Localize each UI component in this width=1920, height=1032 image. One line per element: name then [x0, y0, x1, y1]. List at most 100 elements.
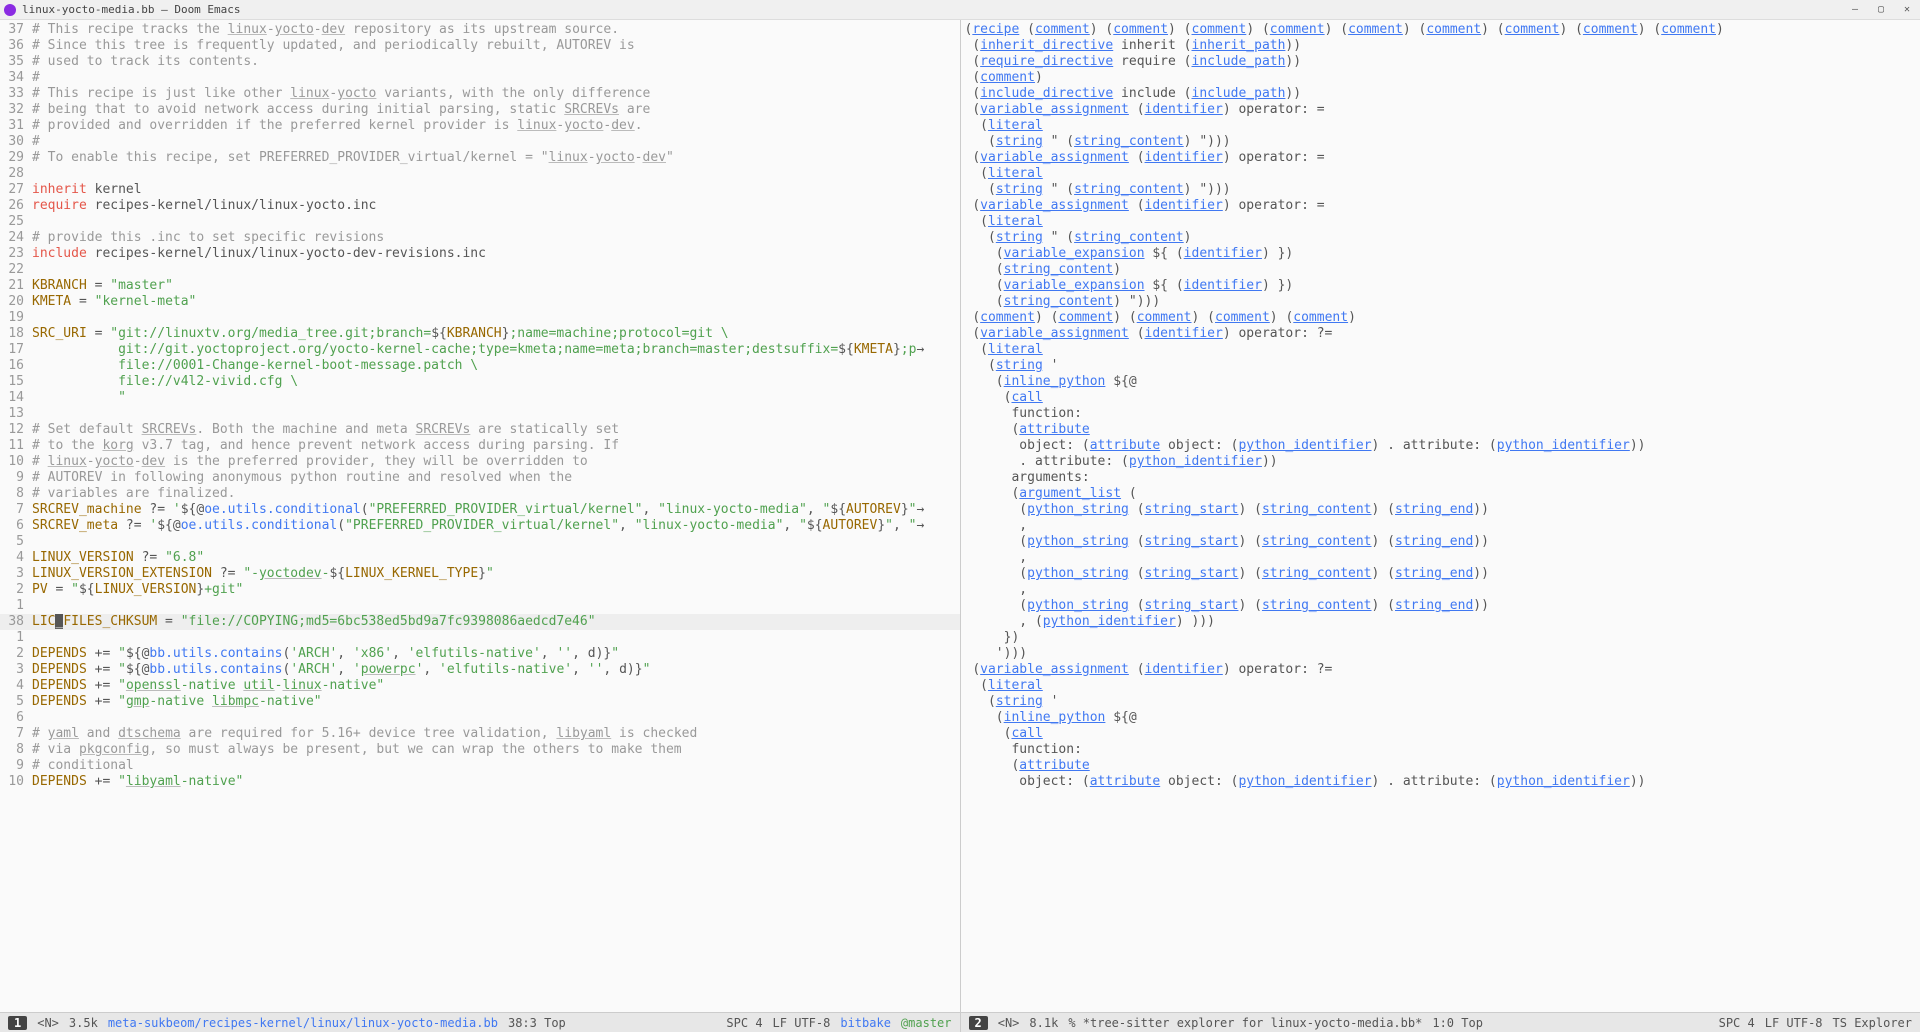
tree-line[interactable]: (require_directive require (include_path…	[961, 54, 1920, 70]
line-content[interactable]: LINUX_VERSION ?= "6.8"	[32, 550, 960, 566]
tree-line[interactable]: (attribute	[961, 758, 1920, 774]
line-content[interactable]: LINUX_VERSION_EXTENSION ?= "-yoctodev-${…	[32, 566, 960, 582]
tree-line[interactable]: (python_string (string_start) (string_co…	[961, 598, 1920, 614]
code-line[interactable]: 10DEPENDS += "libyaml-native"	[0, 774, 960, 790]
tree-line[interactable]: (include_directive include (include_path…	[961, 86, 1920, 102]
tree-line[interactable]: (string " (string_content) ")))	[961, 134, 1920, 150]
line-content[interactable]: # This recipe tracks the linux-yocto-dev…	[32, 22, 960, 38]
tree-line[interactable]: (comment) (comment) (comment) (comment) …	[961, 310, 1920, 326]
code-line[interactable]: 21KBRANCH = "master"	[0, 278, 960, 294]
code-line[interactable]: 31# provided and overridden if the prefe…	[0, 118, 960, 134]
tree-line[interactable]: (inline_python ${@	[961, 710, 1920, 726]
line-content[interactable]: file://0001-Change-kernel-boot-message.p…	[32, 358, 960, 374]
code-line[interactable]: 3DEPENDS += "${@bb.utils.contains('ARCH'…	[0, 662, 960, 678]
line-content[interactable]: # linux-yocto-dev is the preferred provi…	[32, 454, 960, 470]
line-content[interactable]	[32, 166, 960, 182]
code-line[interactable]: 6	[0, 710, 960, 726]
code-line[interactable]: 28	[0, 166, 960, 182]
line-content[interactable]	[32, 310, 960, 326]
code-line[interactable]: 12# Set default SRCREVs. Both the machin…	[0, 422, 960, 438]
tree-line[interactable]: (string " (string_content) ")))	[961, 182, 1920, 198]
line-content[interactable]: # Since this tree is frequently updated,…	[32, 38, 960, 54]
tree-line[interactable]: (string '	[961, 358, 1920, 374]
code-editor[interactable]: 37# This recipe tracks the linux-yocto-d…	[0, 20, 960, 1012]
line-content[interactable]: DEPENDS += "${@bb.utils.contains('ARCH',…	[32, 646, 960, 662]
tree-line[interactable]: (literal	[961, 342, 1920, 358]
line-content[interactable]: # to the korg v3.7 tag, and hence preven…	[32, 438, 960, 454]
tree-line[interactable]: . attribute: (python_identifier))	[961, 454, 1920, 470]
tree-line[interactable]: , (python_identifier) )))	[961, 614, 1920, 630]
code-line[interactable]: 6SRCREV_meta ?= '${@oe.utils.conditional…	[0, 518, 960, 534]
code-line[interactable]: 14 "	[0, 390, 960, 406]
line-content[interactable]: # used to track its contents.	[32, 54, 960, 70]
line-content[interactable]	[32, 630, 960, 646]
tree-line[interactable]: ,	[961, 550, 1920, 566]
code-line[interactable]: 15 file://v4l2-vivid.cfg \	[0, 374, 960, 390]
tree-line[interactable]: (comment)	[961, 70, 1920, 86]
tree-line[interactable]: (variable_assignment (identifier) operat…	[961, 150, 1920, 166]
tree-line[interactable]: object: (attribute object: (python_ident…	[961, 774, 1920, 790]
tree-line[interactable]: (python_string (string_start) (string_co…	[961, 502, 1920, 518]
tree-line[interactable]: (string_content) ")))	[961, 294, 1920, 310]
tree-line[interactable]: (variable_expansion ${ (identifier) })	[961, 246, 1920, 262]
code-line[interactable]: 4DEPENDS += "openssl-native util-linux-n…	[0, 678, 960, 694]
line-content[interactable]	[32, 598, 960, 614]
tree-sitter-explorer[interactable]: (recipe (comment) (comment) (comment) (c…	[961, 20, 1920, 1012]
code-line[interactable]: 9# conditional	[0, 758, 960, 774]
line-content[interactable]: inherit kernel	[32, 182, 960, 198]
line-content[interactable]: # Set default SRCREVs. Both the machine …	[32, 422, 960, 438]
tree-line[interactable]: function:	[961, 406, 1920, 422]
line-content[interactable]	[32, 406, 960, 422]
code-line[interactable]: 25	[0, 214, 960, 230]
tree-line[interactable]: function:	[961, 742, 1920, 758]
line-content[interactable]: # To enable this recipe, set PREFERRED_P…	[32, 150, 960, 166]
line-content[interactable]: DEPENDS += "libyaml-native"	[32, 774, 960, 790]
line-content[interactable]: SRCREV_meta ?= '${@oe.utils.conditional(…	[32, 518, 960, 534]
tree-line[interactable]: (literal	[961, 678, 1920, 694]
code-line[interactable]: 37# This recipe tracks the linux-yocto-d…	[0, 22, 960, 38]
tree-line[interactable]: ,	[961, 518, 1920, 534]
code-line[interactable]: 4LINUX_VERSION ?= "6.8"	[0, 550, 960, 566]
tree-line[interactable]: (call	[961, 726, 1920, 742]
tree-line[interactable]: (call	[961, 390, 1920, 406]
line-content[interactable]	[32, 262, 960, 278]
line-content[interactable]: include recipes-kernel/linux/linux-yocto…	[32, 246, 960, 262]
line-content[interactable]: # conditional	[32, 758, 960, 774]
tree-line[interactable]: (variable_assignment (identifier) operat…	[961, 326, 1920, 342]
code-line[interactable]: 17 git://git.yoctoproject.org/yocto-kern…	[0, 342, 960, 358]
line-content[interactable]: #	[32, 134, 960, 150]
line-content[interactable]: #	[32, 70, 960, 86]
code-line[interactable]: 10# linux-yocto-dev is the preferred pro…	[0, 454, 960, 470]
code-line[interactable]: 29# To enable this recipe, set PREFERRED…	[0, 150, 960, 166]
code-line[interactable]: 34#	[0, 70, 960, 86]
close-button[interactable]: ✕	[1894, 0, 1920, 20]
maximize-button[interactable]: ▢	[1868, 0, 1894, 20]
code-line[interactable]: 13	[0, 406, 960, 422]
code-line[interactable]: 2PV = "${LINUX_VERSION}+git"	[0, 582, 960, 598]
line-content[interactable]: "	[32, 390, 960, 406]
tree-line[interactable]: arguments:	[961, 470, 1920, 486]
line-content[interactable]: file://v4l2-vivid.cfg \	[32, 374, 960, 390]
line-content[interactable]	[32, 710, 960, 726]
code-line[interactable]: 36# Since this tree is frequently update…	[0, 38, 960, 54]
tree-line[interactable]: (variable_expansion ${ (identifier) })	[961, 278, 1920, 294]
code-line[interactable]: 22	[0, 262, 960, 278]
code-line[interactable]: 27inherit kernel	[0, 182, 960, 198]
line-content[interactable]: require recipes-kernel/linux/linux-yocto…	[32, 198, 960, 214]
line-content[interactable]: KBRANCH = "master"	[32, 278, 960, 294]
code-line[interactable]: 20KMETA = "kernel-meta"	[0, 294, 960, 310]
code-line[interactable]: 1	[0, 598, 960, 614]
line-content[interactable]: # This recipe is just like other linux-y…	[32, 86, 960, 102]
tree-line[interactable]: (python_string (string_start) (string_co…	[961, 566, 1920, 582]
tree-line[interactable]: (literal	[961, 118, 1920, 134]
code-line[interactable]: 23include recipes-kernel/linux/linux-yoc…	[0, 246, 960, 262]
code-line[interactable]: 5DEPENDS += "gmp-native libmpc-native"	[0, 694, 960, 710]
tree-line[interactable]: ')))	[961, 646, 1920, 662]
tree-line[interactable]: (python_string (string_start) (string_co…	[961, 534, 1920, 550]
line-content[interactable]: # provided and overridden if the preferr…	[32, 118, 960, 134]
tree-line[interactable]: (inline_python ${@	[961, 374, 1920, 390]
line-content[interactable]: git://git.yoctoproject.org/yocto-kernel-…	[32, 342, 960, 358]
code-line[interactable]: 24# provide this .inc to set specific re…	[0, 230, 960, 246]
minimize-button[interactable]: —	[1842, 0, 1868, 20]
code-line[interactable]: 8# variables are finalized.	[0, 486, 960, 502]
